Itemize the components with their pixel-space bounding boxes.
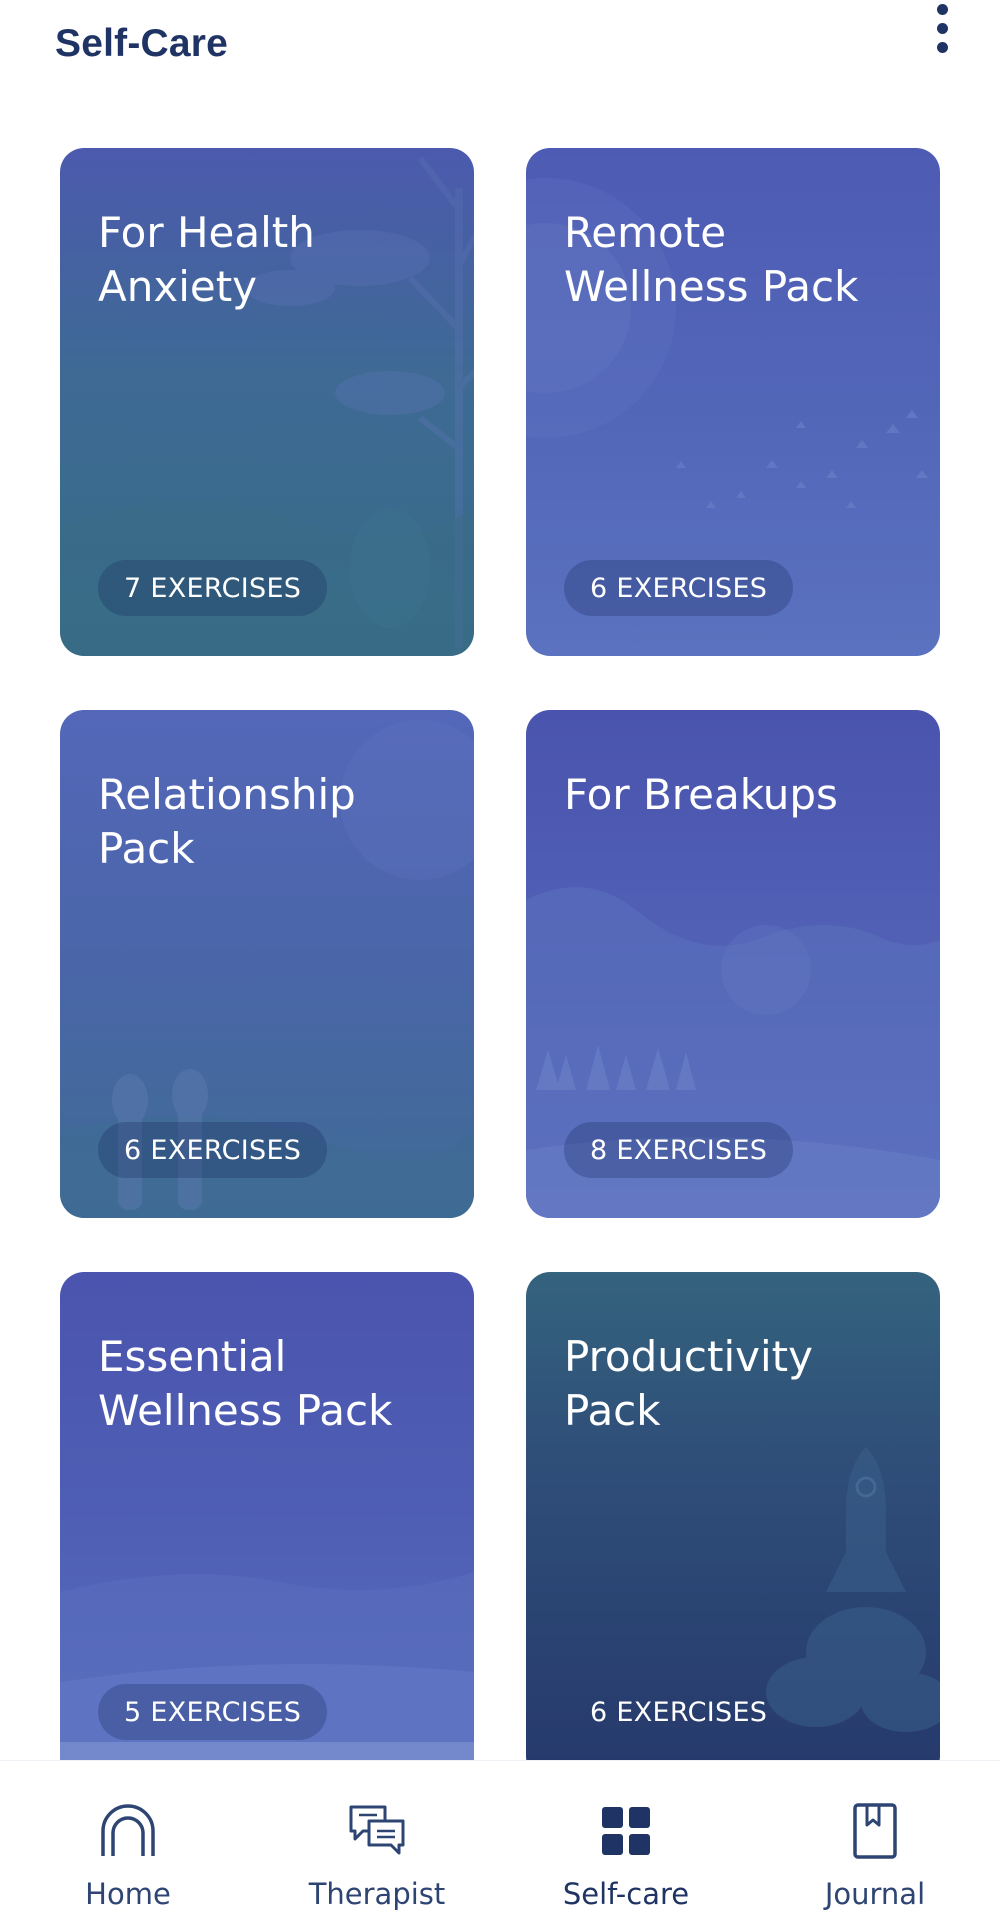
nav-item-self-care[interactable]: Self-care (501, 1761, 751, 1912)
exercise-count-badge: 6 EXERCISES (590, 1696, 768, 1728)
exercise-count-badge: 8 EXERCISES (564, 1122, 794, 1178)
grid-icon (602, 1807, 650, 1855)
home-arch-icon (101, 1804, 155, 1856)
nav-label: Home (85, 1877, 171, 1911)
chat-bubbles-icon (349, 1805, 405, 1855)
pack-title: For Health Anxiety (98, 208, 315, 311)
exercise-count-badge: 6 EXERCISES (564, 560, 794, 616)
pack-title: Relationship Pack (98, 770, 356, 873)
pack-card-essential-wellness[interactable]: Essential Wellness Pack 5 EXERCISES (60, 1272, 474, 1760)
pack-card-remote-wellness[interactable]: Remote Wellness Pack 6 EXERCISES (526, 148, 940, 656)
pack-title: For Breakups (564, 770, 838, 819)
self-care-pack-grid: For Health Anxiety 7 EXERCISES Remote We… (0, 0, 1000, 1760)
pack-card-relationship[interactable]: Relationship Pack 6 EXERCISES (60, 710, 474, 1218)
nav-label: Self-care (562, 1877, 690, 1911)
journal-bookmark-icon (853, 1803, 897, 1859)
pack-card-breakups[interactable]: For Breakups 8 EXERCISES (526, 710, 940, 1218)
exercise-count-badge: 5 EXERCISES (98, 1684, 328, 1740)
nav-label: Therapist (308, 1877, 446, 1911)
pack-title: Remote Wellness Pack (564, 208, 859, 311)
pack-title: Productivity Pack (564, 1332, 813, 1435)
nav-item-home[interactable]: Home (3, 1761, 253, 1912)
exercise-count-badge: 7 EXERCISES (98, 560, 328, 616)
pack-title: Essential Wellness Pack (98, 1332, 393, 1435)
nav-label: Journal (824, 1877, 926, 1911)
pack-card-productivity[interactable]: Productivity Pack 6 EXERCISES (526, 1272, 940, 1760)
pack-card-health-anxiety[interactable]: For Health Anxiety 7 EXERCISES (60, 148, 474, 656)
nav-item-journal[interactable]: Journal (750, 1761, 1000, 1912)
exercise-count-badge: 6 EXERCISES (98, 1122, 328, 1178)
bottom-navigation: Home Therapist Self-care Journal (0, 1760, 1000, 1912)
nav-item-therapist[interactable]: Therapist (252, 1761, 502, 1912)
